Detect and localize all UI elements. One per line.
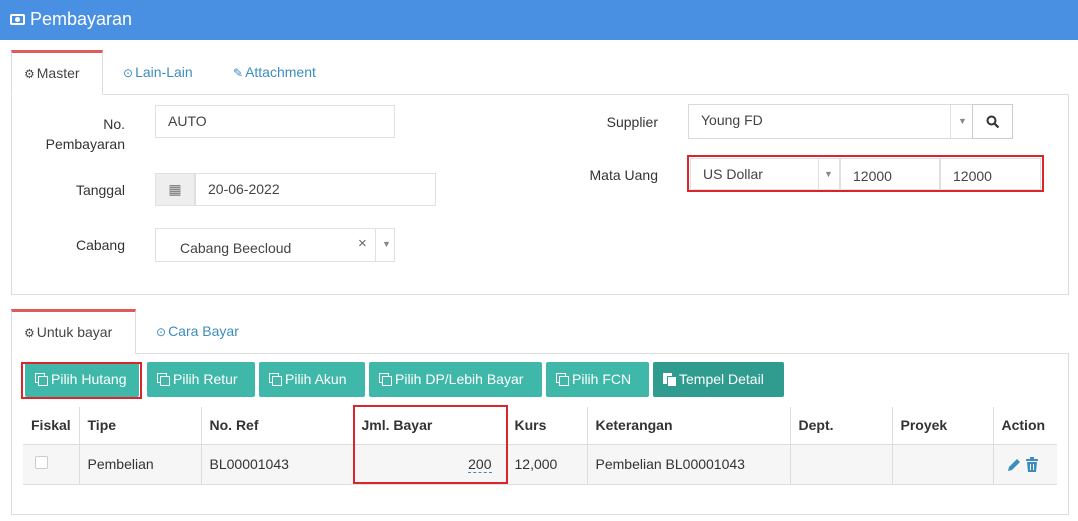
calendar-icon: ▦ — [168, 181, 182, 197]
page-header: Pembayaran — [0, 0, 1078, 40]
no-pembayaran-input[interactable]: AUTO — [155, 105, 395, 138]
button-label: Pilih FCN — [572, 371, 632, 387]
fiskal-checkbox[interactable] — [35, 456, 48, 469]
pilih-akun-button[interactable]: Pilih Akun — [259, 362, 365, 397]
divider — [950, 105, 951, 138]
copy-icon — [379, 373, 392, 386]
master-tabs: ⚙ Master ⊙ Lain-Lain ✎ Attachment — [11, 50, 1069, 95]
clear-icon[interactable]: × — [358, 235, 367, 252]
tab-untuk-bayar[interactable]: ⚙ Untuk bayar — [11, 309, 136, 354]
tanggal-input[interactable]: 20-06-2022 — [195, 173, 436, 206]
col-proyek: Proyek — [892, 407, 994, 445]
chevron-down-icon[interactable]: ▼ — [382, 239, 391, 249]
pilih-retur-button[interactable]: Pilih Retur — [147, 362, 255, 397]
tab-label: Lain-Lain — [135, 64, 193, 80]
highlight-box — [353, 405, 508, 484]
copy-icon — [157, 373, 170, 386]
pilih-dp-button[interactable]: Pilih DP/Lebih Bayar — [369, 362, 542, 397]
tanggal-label: Tanggal — [75, 182, 125, 198]
col-tipe: Tipe — [79, 407, 202, 445]
detail-tabs: ⚙ Untuk bayar ⊙ Cara Bayar — [11, 309, 1069, 354]
highlight-box — [21, 362, 142, 399]
fiskal-cell — [23, 444, 80, 485]
dept-cell — [790, 444, 893, 485]
action-cell — [993, 444, 1057, 485]
highlight-box — [687, 155, 1044, 192]
col-no-ref: No. Ref — [201, 407, 354, 445]
pencil-icon[interactable] — [1006, 457, 1022, 473]
money-icon — [10, 14, 25, 25]
proyek-cell — [892, 444, 994, 485]
button-label: Pilih DP/Lebih Bayar — [395, 371, 524, 387]
tab-attachment[interactable]: ✎ Attachment — [221, 50, 328, 95]
button-label: Pilih Retur — [173, 371, 238, 387]
col-fiskal: Fiskal — [23, 407, 80, 445]
kurs-cell: 12,000 — [506, 444, 588, 485]
col-action: Action — [993, 407, 1057, 445]
tab-label: Untuk bayar — [36, 324, 113, 340]
trash-icon[interactable] — [1025, 456, 1039, 473]
no-pembayaran-label: No. Pembayaran — [40, 114, 125, 154]
label-line: Pembayaran — [45, 136, 125, 152]
detail-table: Fiskal Tipe No. Ref Jml. Bayar Kurs Kete… — [23, 407, 1057, 485]
label-line: No. — [103, 116, 125, 132]
no-ref-cell: BL00001043 — [201, 444, 354, 485]
page-title: Pembayaran — [30, 9, 133, 29]
col-kurs: Kurs — [506, 407, 588, 445]
supplier-select[interactable]: Young FD — [688, 104, 973, 139]
paperclip-icon: ✎ — [233, 66, 244, 80]
cabang-label: Cabang — [75, 237, 125, 253]
supplier-search-button[interactable] — [972, 104, 1013, 139]
check-circle-icon: ⊙ — [123, 66, 134, 80]
col-keterangan: Keterangan — [587, 407, 791, 445]
button-label: Pilih Akun — [285, 371, 347, 387]
copy-icon — [269, 373, 282, 386]
copy-icon — [556, 373, 569, 386]
divider — [375, 229, 376, 261]
tab-master[interactable]: ⚙ Master — [11, 50, 103, 95]
check-circle-icon: ⊙ — [156, 325, 167, 339]
tab-label: Attachment — [245, 64, 316, 80]
table-row: Pembelian BL00001043 200 12,000 Pembelia… — [23, 444, 1057, 485]
calendar-button[interactable]: ▦ — [155, 173, 195, 206]
gears-icon: ⚙ — [24, 67, 35, 81]
col-dept: Dept. — [790, 407, 893, 445]
chevron-down-icon[interactable]: ▼ — [958, 116, 967, 126]
tab-cara-bayar[interactable]: ⊙ Cara Bayar — [144, 309, 251, 354]
tab-lain-lain[interactable]: ⊙ Lain-Lain — [111, 50, 205, 95]
table-header-row: Fiskal Tipe No. Ref Jml. Bayar Kurs Kete… — [23, 407, 1057, 445]
search-icon — [986, 115, 1000, 129]
tab-label: Master — [36, 65, 80, 81]
pilih-fcn-button[interactable]: Pilih FCN — [546, 362, 649, 397]
paste-icon — [663, 372, 677, 387]
gears-icon: ⚙ — [24, 326, 35, 340]
tempel-detail-button[interactable]: Tempel Detail — [653, 362, 784, 397]
mata-uang-label: Mata Uang — [589, 167, 658, 183]
tipe-cell: Pembelian — [79, 444, 202, 485]
keterangan-cell: Pembelian BL00001043 — [587, 444, 791, 485]
supplier-label: Supplier — [606, 114, 658, 130]
tab-label: Cara Bayar — [168, 323, 239, 339]
button-label: Tempel Detail — [679, 371, 764, 387]
